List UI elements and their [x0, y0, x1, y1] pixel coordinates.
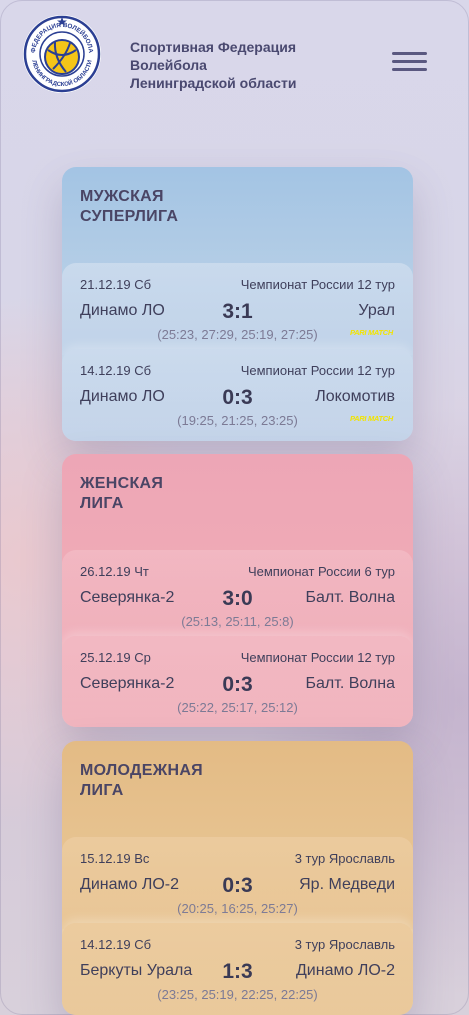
- home-team: Северянка-2: [80, 675, 175, 692]
- away-team: Балт. Волна: [305, 675, 395, 692]
- league-card-youth[interactable]: МОЛОДЕЖНАЯ ЛИГА 15.12.19 Вс 3 тур Яросла…: [62, 741, 413, 1015]
- match-tournament: Чемпионат России 12 тур: [240, 363, 395, 378]
- away-team: Локомотив: [315, 388, 395, 405]
- league-card-women[interactable]: ЖЕНСКАЯ ЛИГА 26.12.19 Чт Чемпионат Росси…: [62, 454, 413, 727]
- match-date: 21.12.19 Сб: [80, 277, 152, 292]
- match-date: 14.12.19 Сб: [80, 363, 152, 378]
- set-scores: (25:13, 25:11, 25:8): [181, 614, 294, 629]
- match-tournament: 3 тур Ярославль: [294, 937, 395, 952]
- match-tournament: Чемпионат России 12 тур: [240, 277, 395, 292]
- league-title: МОЛОДЕЖНАЯ ЛИГА: [80, 762, 203, 799]
- set-scores: (25:22, 25:17, 25:12): [177, 700, 298, 715]
- parimatch-sponsor-logo[interactable]: PARI MATCH: [349, 328, 395, 343]
- sponsor-text: PARI MATCH: [350, 328, 394, 337]
- match-tournament: Чемпионат России 6 тур: [247, 564, 395, 579]
- match-card[interactable]: 26.12.19 Чт Чемпионат России 6 тур Север…: [62, 550, 413, 642]
- match-tournament: Чемпионат России 12 тур: [240, 650, 395, 665]
- home-team: Динамо ЛО-2: [80, 876, 180, 893]
- match-card[interactable]: 21.12.19 Сб Чемпионат России 12 тур Дина…: [62, 263, 413, 355]
- match-card[interactable]: 25.12.19 Ср Чемпионат России 12 тур Севе…: [62, 636, 413, 727]
- league-title: ЖЕНСКАЯ ЛИГА: [80, 475, 164, 512]
- match-date: 25.12.19 Ср: [80, 650, 151, 665]
- parimatch-sponsor-logo[interactable]: PARI MATCH: [349, 414, 395, 429]
- home-team: Северянка-2: [80, 589, 175, 606]
- match-card[interactable]: 14.12.19 Сб Чемпионат России 12 тур Дина…: [62, 349, 413, 441]
- sponsor-text: PARI MATCH: [350, 414, 394, 423]
- home-team: Беркуты Урала: [80, 962, 193, 979]
- home-team: Динамо ЛО: [80, 302, 165, 319]
- away-team: Балт. Волна: [305, 589, 395, 606]
- league-card-men[interactable]: МУЖСКАЯ СУПЕРЛИГА 21.12.19 Сб Чемпионат …: [62, 167, 413, 441]
- hamburger-menu-icon[interactable]: [392, 52, 428, 74]
- match-card[interactable]: 15.12.19 Вс 3 тур Ярославль Динамо ЛО-2 …: [62, 837, 413, 929]
- set-scores: (20:25, 16:25, 25:27): [177, 901, 298, 916]
- match-date: 26.12.19 Чт: [80, 564, 149, 579]
- federation-logo[interactable]: ФЕДЕРАЦИЯ ВОЛЕЙБОЛА ЛЕНИНГРАДСКОЙ ОБЛАСТ…: [22, 14, 102, 94]
- match-date: 14.12.19 Сб: [80, 937, 152, 952]
- away-team: Урал: [358, 302, 395, 319]
- away-team: Динамо ЛО-2: [295, 962, 395, 979]
- league-title: МУЖСКАЯ СУПЕРЛИГА: [80, 188, 179, 225]
- match-card[interactable]: 14.12.19 Сб 3 тур Ярославль Беркуты Урал…: [62, 923, 413, 1015]
- home-team: Динамо ЛО: [80, 388, 165, 405]
- match-date: 15.12.19 Вс: [80, 851, 150, 866]
- federation-name: Спортивная Федерация Волейбола Ленинград…: [130, 39, 297, 91]
- set-scores: (23:25, 25:19, 22:25, 22:25): [157, 987, 318, 1002]
- match-tournament: 3 тур Ярославль: [294, 851, 395, 866]
- away-team: Яр. Медведи: [299, 876, 395, 893]
